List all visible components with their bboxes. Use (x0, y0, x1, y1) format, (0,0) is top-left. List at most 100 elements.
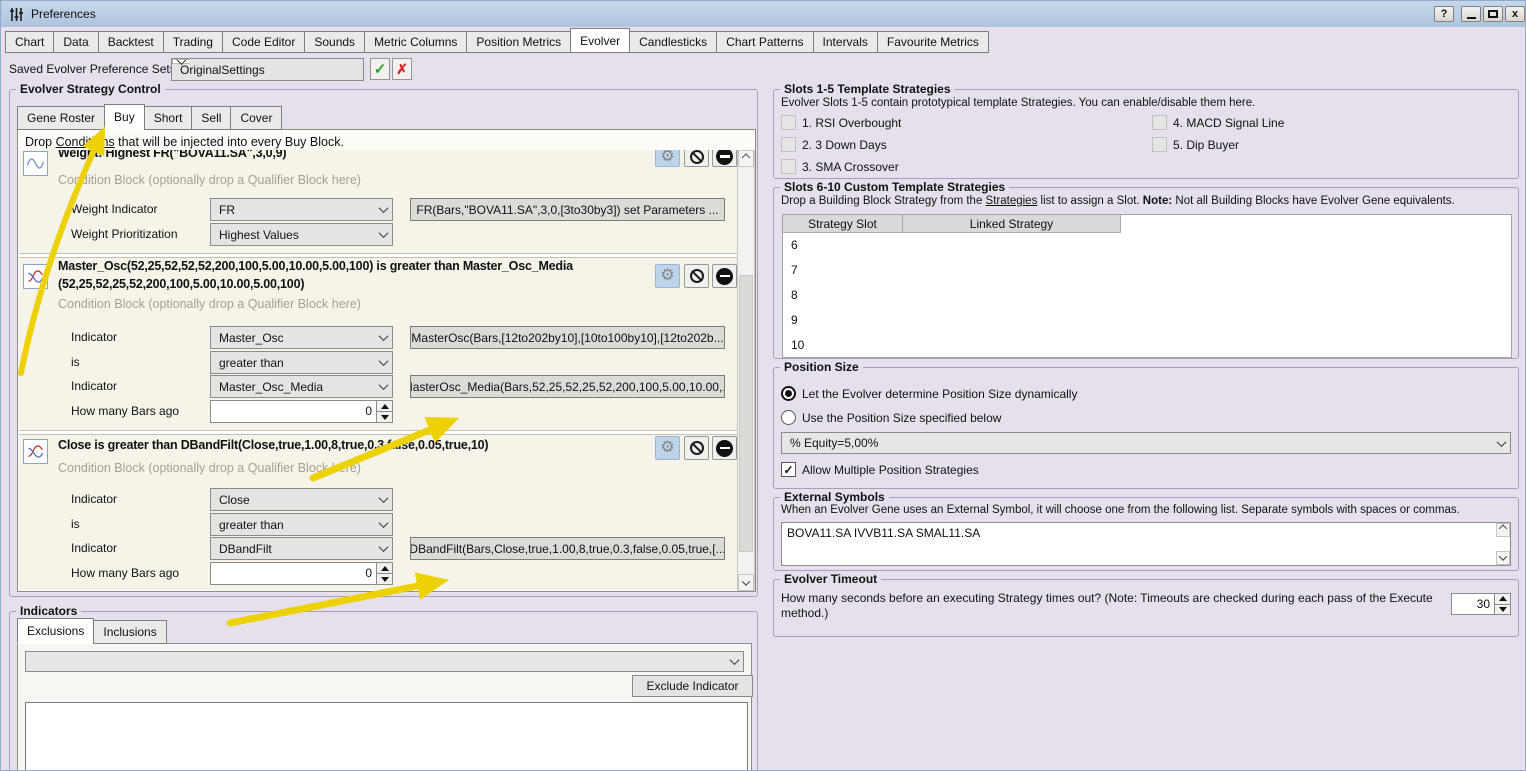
tab-sounds[interactable]: Sounds (304, 31, 365, 53)
combo-arrow[interactable] (374, 514, 392, 535)
checkbox-unchecked[interactable] (1152, 137, 1167, 152)
spin-up-button[interactable] (1495, 594, 1510, 604)
gene-settings-button[interactable]: ⚙ (655, 150, 680, 167)
maximize-button[interactable] (1483, 6, 1503, 22)
position-size-combo[interactable]: % Equity=5,00% (781, 432, 1511, 454)
scroll-up-button[interactable] (1496, 523, 1510, 537)
tab-favourite-metrics[interactable]: Favourite Metrics (877, 31, 989, 53)
tab-short[interactable]: Short (144, 106, 193, 130)
remove-gene-button[interactable] (712, 150, 737, 167)
gene-settings-button[interactable]: ⚙ (655, 264, 680, 288)
delete-prefset-button[interactable]: ✗ (392, 58, 412, 80)
disable-gene-button[interactable] (684, 264, 709, 288)
tab-exclusions[interactable]: Exclusions (17, 618, 94, 644)
slots-table[interactable]: Strategy Slot Linked Strategy 6 7 8 9 10 (782, 214, 1512, 358)
combo-arrow[interactable] (374, 327, 392, 348)
tab-position-metrics[interactable]: Position Metrics (466, 31, 571, 53)
scroll-down-button[interactable] (738, 574, 754, 591)
combo-arrow[interactable] (172, 59, 190, 64)
spin-up-button[interactable] (377, 401, 392, 411)
tab-inclusions[interactable]: Inclusions (93, 620, 166, 644)
combo-arrow[interactable] (374, 538, 392, 559)
tab-cover[interactable]: Cover (230, 106, 282, 130)
radio-unselected[interactable] (781, 410, 796, 425)
tab-candlesticks[interactable]: Candlesticks (629, 31, 717, 53)
tab-trading[interactable]: Trading (163, 31, 223, 53)
table-row[interactable]: 6 (783, 233, 1511, 258)
indicator2-params-button[interactable]: MasterOsc_Media(Bars,52,25,52,25,52,200,… (410, 375, 725, 398)
combo-arrow[interactable] (374, 376, 392, 397)
tab-sell[interactable]: Sell (191, 106, 231, 130)
disable-gene-button[interactable] (684, 436, 709, 460)
qualifier-hint: Condition Block (optionally drop a Quali… (58, 461, 361, 475)
scroll-up-button[interactable] (738, 150, 754, 167)
strategies-link[interactable]: Strategies (986, 195, 1038, 207)
close-button[interactable]: x (1505, 6, 1525, 22)
radio-row: Let the Evolver determine Position Size … (781, 386, 1077, 401)
bars-ago-spinner[interactable]: 0 (210, 400, 393, 423)
column-header[interactable]: Strategy Slot (783, 215, 903, 233)
table-row[interactable]: 8 (783, 283, 1511, 308)
combo-arrow[interactable] (374, 224, 392, 245)
checkbox-unchecked[interactable] (781, 137, 796, 152)
indicator2-combo[interactable]: DBandFilt (210, 537, 393, 560)
symbols-scrollbar[interactable] (1496, 523, 1510, 565)
table-row[interactable]: 10 (783, 333, 1511, 358)
tab-chart[interactable]: Chart (5, 31, 54, 53)
combo-arrow[interactable] (725, 652, 743, 671)
external-symbols-input[interactable]: BOVA11.SA IVVB11.SA SMAL11.SA (781, 522, 1511, 566)
combo-arrow[interactable] (374, 199, 392, 220)
indicator2-combo[interactable]: Master_Osc_Media (210, 375, 393, 398)
column-header[interactable]: Linked Strategy (903, 215, 1121, 233)
indicator-select-combo[interactable] (25, 651, 744, 672)
scroll-down-button[interactable] (1496, 551, 1510, 565)
indicator-combo[interactable]: Close (210, 488, 393, 511)
conditions-link[interactable]: Conditions (56, 135, 115, 149)
operator-combo[interactable]: greater than (210, 513, 393, 536)
radio-selected[interactable] (781, 386, 796, 401)
spin-down-button[interactable] (1495, 604, 1510, 615)
spin-up-button[interactable] (377, 563, 392, 573)
gene-settings-button[interactable]: ⚙ (655, 436, 680, 460)
tab-code-editor[interactable]: Code Editor (222, 31, 305, 53)
tab-data[interactable]: Data (53, 31, 98, 53)
table-row[interactable]: 7 (783, 258, 1511, 283)
minimize-button[interactable] (1461, 6, 1481, 22)
checkbox-unchecked[interactable] (781, 115, 796, 130)
weight-params-button[interactable]: FR(Bars,"BOVA11.SA",3,0,[3to30by3]) set … (410, 198, 725, 221)
indicator-params-button[interactable]: MasterOsc(Bars,[12to202by10],[10to100by1… (410, 326, 725, 349)
weight-prioritization-combo[interactable]: Highest Values (210, 223, 393, 246)
spin-down-button[interactable] (377, 573, 392, 584)
timeout-spinner[interactable]: 30 (1451, 593, 1511, 615)
tab-gene-roster[interactable]: Gene Roster (17, 106, 105, 130)
table-row[interactable]: 9 (783, 308, 1511, 333)
spin-down-button[interactable] (377, 411, 392, 422)
checkbox-unchecked[interactable] (781, 159, 796, 174)
weight-indicator-combo[interactable]: FR (210, 198, 393, 221)
remove-gene-button[interactable] (712, 436, 737, 460)
combo-arrow[interactable] (374, 352, 392, 373)
bars-ago-spinner[interactable]: 0 (210, 562, 393, 585)
scrollbar-thumb[interactable] (739, 275, 753, 552)
combo-arrow[interactable] (374, 489, 392, 510)
combo-arrow[interactable] (1492, 433, 1510, 453)
remove-gene-button[interactable] (712, 264, 737, 288)
tab-metric-columns[interactable]: Metric Columns (364, 31, 467, 53)
operator-combo[interactable]: greater than (210, 351, 393, 374)
indicator-combo[interactable]: Master_Osc (210, 326, 393, 349)
tab-chart-patterns[interactable]: Chart Patterns (716, 31, 813, 53)
excluded-indicators-list[interactable] (25, 702, 748, 771)
save-prefset-button[interactable]: ✓ (370, 58, 390, 80)
tab-backtest[interactable]: Backtest (98, 31, 164, 53)
tab-evolver[interactable]: Evolver (570, 28, 630, 53)
checkbox-unchecked[interactable] (1152, 115, 1167, 130)
exclude-indicator-button[interactable]: Exclude Indicator (632, 675, 753, 697)
help-button[interactable]: ? (1434, 6, 1454, 22)
indicator2-params-button[interactable]: DBandFilt(Bars,Close,true,1.00,8,true,0.… (410, 537, 725, 560)
tab-buy[interactable]: Buy (104, 104, 145, 130)
tab-intervals[interactable]: Intervals (813, 31, 878, 53)
disable-gene-button[interactable] (684, 150, 709, 167)
conditions-scrollbar[interactable] (737, 150, 755, 590)
pref-sets-combo[interactable]: OriginalSettings (171, 58, 364, 81)
checkbox-checked[interactable]: ✓ (781, 462, 796, 477)
